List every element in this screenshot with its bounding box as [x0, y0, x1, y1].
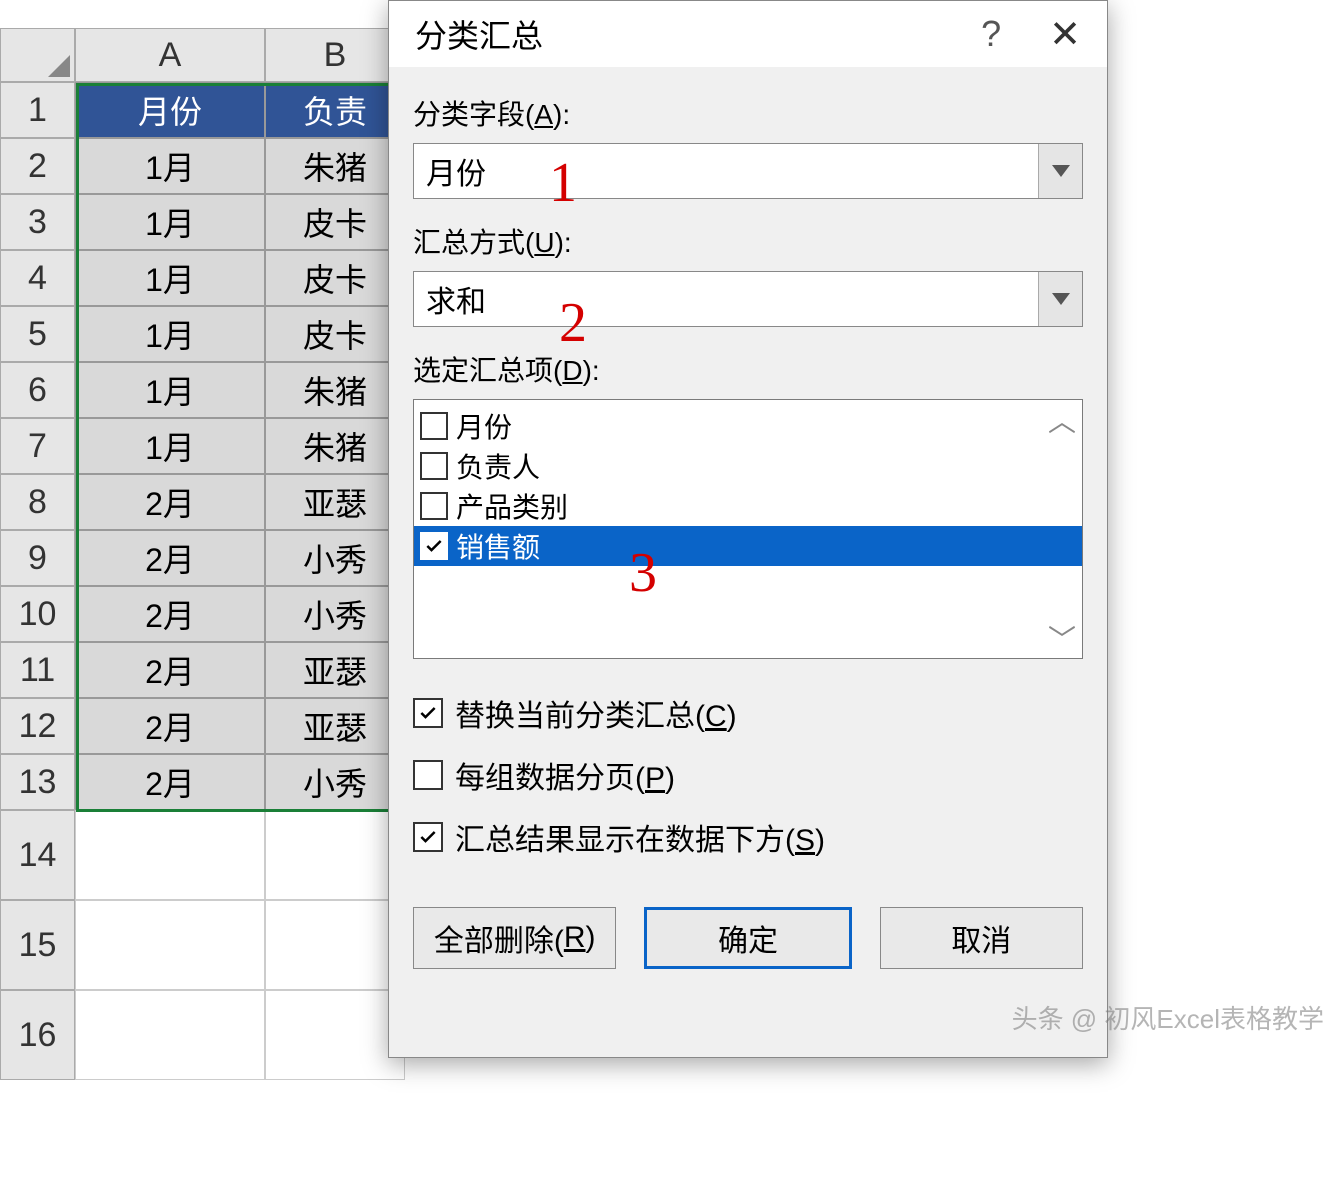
row-header[interactable]: 7: [0, 418, 75, 474]
data-cell[interactable]: 小秀: [265, 754, 405, 810]
row-header[interactable]: 5: [0, 306, 75, 362]
field-label: 分类字段(A):: [413, 93, 1083, 133]
empty-cell[interactable]: [75, 990, 265, 1080]
data-cell[interactable]: 1月: [75, 194, 265, 250]
checkbox-unchecked-icon[interactable]: [420, 452, 448, 480]
row-header[interactable]: 1: [0, 82, 75, 138]
checkbox-checked-icon[interactable]: [413, 698, 443, 728]
row-header[interactable]: 4: [0, 250, 75, 306]
dialog-title: 分类汇总: [415, 11, 543, 57]
checkbox-checked-icon[interactable]: [420, 532, 448, 560]
empty-cell[interactable]: [265, 990, 405, 1080]
data-cell[interactable]: 皮卡: [265, 194, 405, 250]
help-icon[interactable]: ?: [981, 13, 1001, 55]
method-label: 汇总方式(U):: [413, 221, 1083, 261]
ok-button[interactable]: 确定: [644, 907, 851, 969]
scroll-up-icon[interactable]: ︿: [1048, 406, 1076, 434]
method-dropdown[interactable]: 求和: [413, 271, 1083, 327]
data-cell[interactable]: 亚瑟: [265, 642, 405, 698]
list-item-label: 月份: [456, 406, 512, 446]
method-value: 求和: [426, 277, 486, 321]
row-header[interactable]: 14: [0, 810, 75, 900]
row-header[interactable]: 13: [0, 754, 75, 810]
chevron-down-icon[interactable]: [1038, 144, 1082, 198]
empty-cell[interactable]: [75, 810, 265, 900]
field-value: 月份: [426, 149, 486, 193]
list-item-label: 销售额: [456, 526, 540, 566]
data-cell[interactable]: 2月: [75, 642, 265, 698]
col-header-a[interactable]: A: [75, 28, 265, 82]
option-below[interactable]: 汇总结果显示在数据下方(S): [413, 815, 1083, 859]
data-cell[interactable]: 朱猪: [265, 138, 405, 194]
checkbox-checked-icon[interactable]: [413, 822, 443, 852]
remove-all-button[interactable]: 全部删除(R): [413, 907, 616, 969]
list-item[interactable]: 月份: [414, 406, 1082, 446]
list-item[interactable]: 产品类别: [414, 486, 1082, 526]
data-cell[interactable]: 朱猪: [265, 362, 405, 418]
subtotal-dialog: 分类汇总 ? ✕ 分类字段(A): 月份 汇总方式(U): 求和 选定汇总项(D…: [388, 0, 1108, 1058]
option-replace[interactable]: 替换当前分类汇总(C): [413, 691, 1083, 735]
data-cell[interactable]: 1月: [75, 138, 265, 194]
data-cell[interactable]: 2月: [75, 530, 265, 586]
data-cell[interactable]: 1月: [75, 362, 265, 418]
row-header[interactable]: 6: [0, 362, 75, 418]
scroll-down-icon[interactable]: ﹀: [1048, 624, 1076, 652]
row-header[interactable]: 8: [0, 474, 75, 530]
select-all-corner[interactable]: [0, 28, 75, 82]
col-header-b[interactable]: B: [265, 28, 405, 82]
data-cell[interactable]: 2月: [75, 586, 265, 642]
data-cell[interactable]: 1月: [75, 306, 265, 362]
empty-cell[interactable]: [265, 900, 405, 990]
items-listbox[interactable]: 月份 负责人 产品类别 销售额 ︿ ﹀: [413, 399, 1083, 659]
data-cell[interactable]: 亚瑟: [265, 698, 405, 754]
header-cell[interactable]: 月份: [75, 82, 265, 138]
checkbox-unchecked-icon[interactable]: [420, 412, 448, 440]
data-cell[interactable]: 1月: [75, 250, 265, 306]
empty-cell[interactable]: [265, 810, 405, 900]
checkbox-unchecked-icon[interactable]: [413, 760, 443, 790]
option-label: 汇总结果显示在数据下方(S): [455, 815, 825, 859]
row-header[interactable]: 10: [0, 586, 75, 642]
data-cell[interactable]: 皮卡: [265, 250, 405, 306]
data-cell[interactable]: 2月: [75, 698, 265, 754]
annotation-2: 2: [559, 291, 587, 355]
option-label: 每组数据分页(P): [455, 753, 675, 797]
row-header[interactable]: 9: [0, 530, 75, 586]
row-header[interactable]: 15: [0, 900, 75, 990]
annotation-1: 1: [549, 151, 577, 215]
data-cell[interactable]: 2月: [75, 754, 265, 810]
data-cell[interactable]: 朱猪: [265, 418, 405, 474]
row-header[interactable]: 3: [0, 194, 75, 250]
empty-cell[interactable]: [75, 900, 265, 990]
data-cell[interactable]: 皮卡: [265, 306, 405, 362]
data-cell[interactable]: 1月: [75, 418, 265, 474]
data-cell[interactable]: 2月: [75, 474, 265, 530]
chevron-down-icon[interactable]: [1038, 272, 1082, 326]
option-pagebreak[interactable]: 每组数据分页(P): [413, 753, 1083, 797]
close-icon[interactable]: ✕: [1041, 12, 1089, 57]
list-item[interactable]: 负责人: [414, 446, 1082, 486]
dialog-titlebar[interactable]: 分类汇总 ? ✕: [389, 1, 1107, 67]
data-cell[interactable]: 亚瑟: [265, 474, 405, 530]
row-header[interactable]: 12: [0, 698, 75, 754]
list-item-selected[interactable]: 销售额: [414, 526, 1082, 566]
checkbox-unchecked-icon[interactable]: [420, 492, 448, 520]
list-item-label: 负责人: [456, 446, 540, 486]
cancel-button[interactable]: 取消: [880, 907, 1083, 969]
items-label: 选定汇总项(D):: [413, 349, 1083, 389]
data-cell[interactable]: 小秀: [265, 586, 405, 642]
watermark: 头条 @ 初风Excel表格教学: [1012, 999, 1324, 1036]
data-cell[interactable]: 小秀: [265, 530, 405, 586]
list-item-label: 产品类别: [456, 486, 568, 526]
row-header[interactable]: 16: [0, 990, 75, 1080]
annotation-3: 3: [629, 541, 657, 605]
spreadsheet: A B 1 月份 负责 21月朱猪 31月皮卡 41月皮卡 51月皮卡 61月朱…: [0, 28, 405, 1080]
field-dropdown[interactable]: 月份: [413, 143, 1083, 199]
header-cell[interactable]: 负责: [265, 82, 405, 138]
row-header[interactable]: 2: [0, 138, 75, 194]
option-label: 替换当前分类汇总(C): [455, 691, 737, 735]
row-header[interactable]: 11: [0, 642, 75, 698]
